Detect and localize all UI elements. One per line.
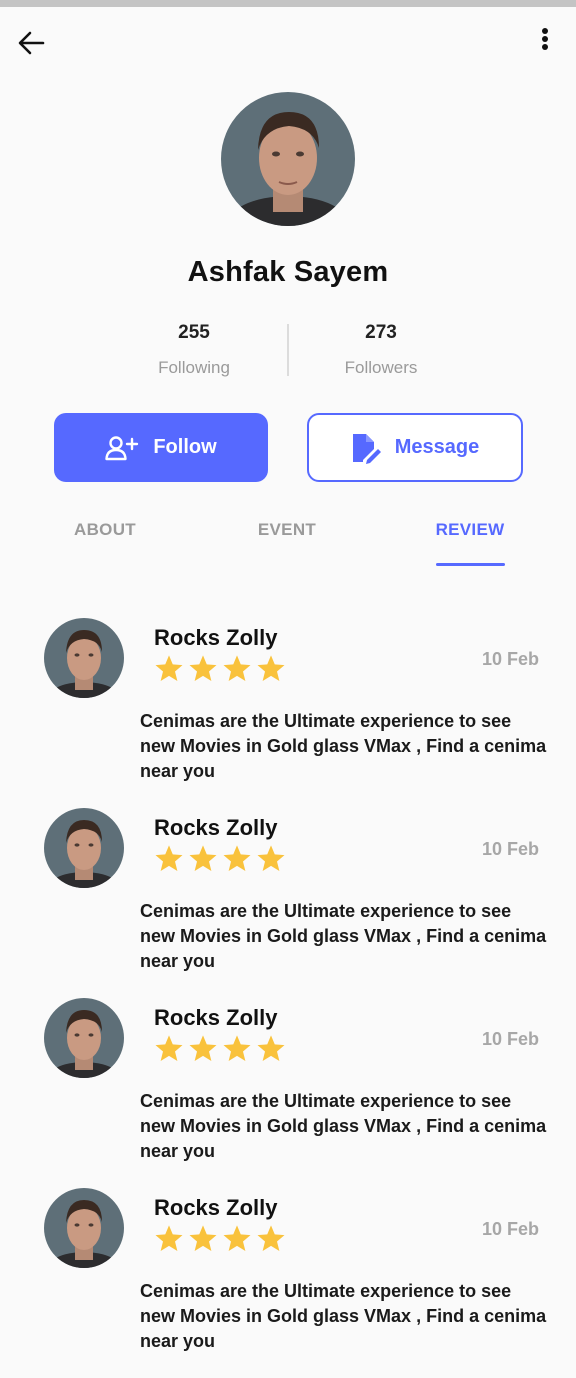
reviewer-name: Rocks Zolly: [154, 625, 278, 650]
star-icon: [223, 845, 251, 871]
rating-stars: [154, 654, 286, 683]
star-icon: [223, 1225, 251, 1251]
tab-event[interactable]: EVENT: [212, 520, 362, 540]
status-bar-strip: [0, 0, 576, 7]
message-label: Message: [394, 436, 480, 458]
star-icon: [155, 845, 183, 871]
review-item: Rocks Zolly 10 Feb Cenimas are the Ultim…: [0, 618, 576, 808]
reviewer-avatar[interactable]: [44, 998, 124, 1078]
reviewer-name: Rocks Zolly: [154, 1005, 278, 1030]
star-icon: [189, 1035, 217, 1061]
star-icon: [257, 1035, 285, 1061]
review-date: 10 Feb: [481, 839, 539, 859]
tab-review[interactable]: REVIEW: [395, 520, 545, 540]
rating-stars: [154, 1224, 286, 1253]
followers-stat[interactable]: 273 Followers: [301, 322, 461, 378]
follow-button[interactable]: Follow: [54, 413, 268, 482]
star-icon: [257, 845, 285, 871]
star-icon: [189, 845, 217, 871]
star-icon: [155, 1225, 183, 1251]
reviewer-avatar[interactable]: [44, 808, 124, 888]
followers-count: 273: [365, 322, 397, 343]
reviewer-name: Rocks Zolly: [154, 1195, 278, 1220]
back-button[interactable]: [14, 28, 48, 58]
user-plus-icon: [105, 435, 139, 460]
message-button[interactable]: Message: [307, 413, 523, 482]
star-icon: [189, 655, 217, 681]
follow-label: Follow: [153, 436, 217, 458]
active-tab-indicator: [436, 563, 505, 566]
review-text: Cenimas are the Ultimate experience to s…: [140, 711, 547, 781]
review-date: 10 Feb: [481, 1029, 539, 1049]
review-item: Rocks Zolly 10 Feb Cenimas are the Ultim…: [0, 808, 576, 998]
tab-about[interactable]: ABOUT: [30, 520, 180, 540]
star-icon: [155, 655, 183, 681]
following-count: 255: [178, 322, 210, 343]
arrow-left-icon: [18, 31, 45, 55]
review-text: Cenimas are the Ultimate experience to s…: [140, 901, 547, 971]
reviewer-avatar[interactable]: [44, 1188, 124, 1268]
review-item: Rocks Zolly 10 Feb Cenimas are the Ultim…: [0, 998, 576, 1188]
star-icon: [155, 1035, 183, 1061]
review-text: Cenimas are the Ultimate experience to s…: [140, 1091, 547, 1161]
reviewer-avatar[interactable]: [44, 618, 124, 698]
profile-avatar: [221, 92, 355, 226]
followers-label: Followers: [344, 358, 418, 377]
star-icon: [257, 655, 285, 681]
profile-name: Ashfak Sayem: [187, 256, 389, 288]
review-date: 10 Feb: [481, 1219, 539, 1239]
following-label: Following: [158, 358, 230, 377]
review-item: Rocks Zolly 10 Feb Cenimas are the Ultim…: [0, 1188, 576, 1378]
star-icon: [189, 1225, 217, 1251]
review-date: 10 Feb: [481, 649, 539, 669]
following-stat[interactable]: 255 Following: [114, 322, 274, 378]
rating-stars: [154, 844, 286, 873]
star-icon: [223, 655, 251, 681]
rating-stars: [154, 1034, 286, 1063]
reviewer-name: Rocks Zolly: [154, 815, 278, 840]
star-icon: [223, 1035, 251, 1061]
more-options-button[interactable]: [532, 26, 558, 54]
stats-divider: [287, 324, 289, 376]
more-vertical-icon: [542, 28, 548, 50]
edit-document-icon: [352, 433, 381, 464]
star-icon: [257, 1225, 285, 1251]
review-text: Cenimas are the Ultimate experience to s…: [140, 1281, 547, 1351]
